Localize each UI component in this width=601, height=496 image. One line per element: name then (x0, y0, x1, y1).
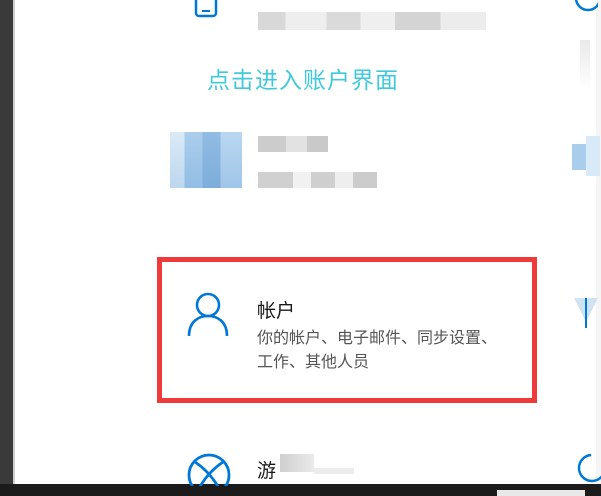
blurred-icon (170, 132, 242, 188)
partial-right-icon (572, 132, 601, 182)
window-left-border (13, 0, 15, 484)
accounts-description: 你的帐户、电子邮件、同步设置、工作、其他人员 (257, 328, 498, 371)
phone-icon (190, 0, 224, 24)
globe-icon (568, 0, 598, 20)
blurred-text (258, 12, 486, 30)
window-right-border (596, 0, 601, 484)
blurred-title (314, 468, 354, 474)
gaming-title: 游 (257, 460, 277, 482)
settings-tile-gaming[interactable]: 游 (180, 448, 380, 486)
hint-text: 点击进入账户界面 (207, 68, 399, 94)
window-left-edge (0, 0, 13, 484)
person-icon (185, 290, 231, 338)
partial-right-icon (572, 292, 601, 332)
scrollbar-fragment (580, 40, 590, 90)
settings-tile-phone[interactable] (180, 0, 510, 40)
settings-tile-blurred[interactable] (170, 132, 410, 192)
taskbar-accent (497, 490, 585, 496)
accounts-title: 帐户 (257, 300, 296, 322)
blurred-title (258, 136, 328, 152)
blurred-subtitle (258, 172, 398, 188)
partial-right-icon (574, 452, 601, 484)
xbox-icon (186, 452, 232, 486)
taskbar (0, 484, 601, 496)
blurred-title (280, 454, 314, 472)
